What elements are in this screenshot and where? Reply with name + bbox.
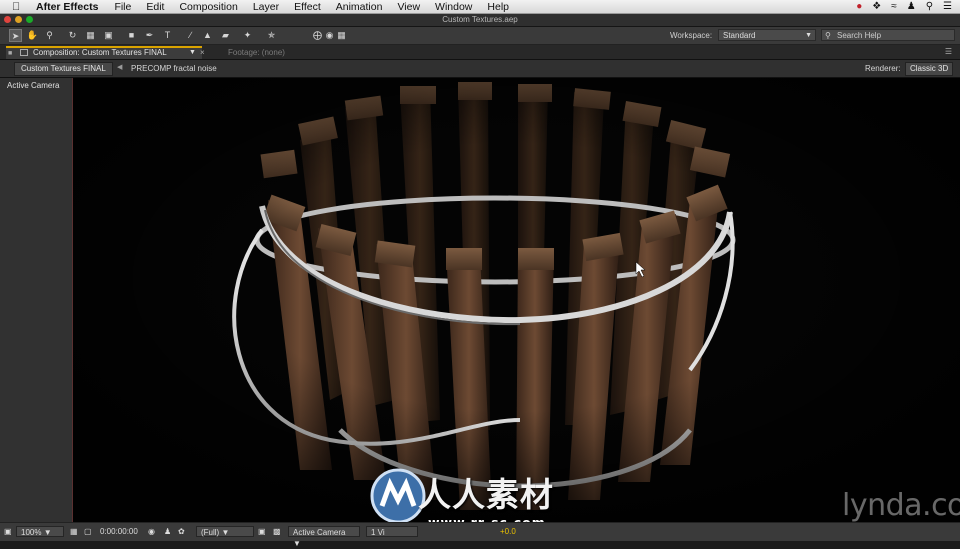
mask-visibility-icon[interactable]: ▢ [84, 526, 92, 537]
3d-view-value: Active Camera [293, 528, 346, 537]
resolution-value: (Full) [201, 528, 220, 537]
pan-behind-tool-icon[interactable]: ▣ [102, 29, 115, 42]
app-menu[interactable]: After Effects [36, 1, 98, 13]
brush-tool-icon[interactable]: ∕ [184, 29, 197, 42]
viewer-bottom-bar: ▣ 100% ▼ ▦ ▢ 0:00:00:00 ◉ ♟ ✿ (Full) ▼ ▣… [0, 522, 960, 548]
menu-help[interactable]: Help [487, 1, 509, 13]
wifi-icon[interactable]: ≈ [891, 1, 897, 12]
panel-menu-icon[interactable]: ☰ [945, 47, 952, 56]
channel-icon[interactable]: ✿ [178, 526, 185, 537]
eraser-tool-icon[interactable]: ▰ [219, 29, 232, 42]
search-icon: ⚲ [825, 31, 831, 40]
selection-tool-icon[interactable]: ➤ [9, 29, 22, 42]
menu-window[interactable]: Window [435, 1, 472, 13]
menu-edit[interactable]: Edit [146, 1, 164, 13]
view-label: Active Camera [7, 81, 60, 90]
viewer-pasteboard [0, 78, 73, 522]
camera-tool-icon[interactable]: ▦ [84, 29, 97, 42]
tab-composition-label: Composition: Custom Textures FINAL [33, 48, 167, 57]
region-of-interest-icon[interactable]: ▣ [258, 526, 266, 537]
view-layout-value: 1 Vi [371, 528, 385, 537]
viewer-tab-row: ■ Composition: Custom Textures FINAL ▼ ×… [0, 45, 960, 60]
exposure-value[interactable]: +0.0 [500, 526, 516, 537]
always-preview-icon[interactable]: ▣ [4, 526, 12, 537]
tab-composition[interactable]: ■ Composition: Custom Textures FINAL ▼ × [6, 46, 205, 59]
panel-icon [20, 49, 28, 56]
snapshot-icon[interactable]: ◉ [148, 526, 155, 537]
spotlight-search-icon[interactable]: ⚲ [926, 1, 933, 12]
grid-guides-icon[interactable]: ▦ [70, 526, 78, 537]
watermark-text: 人人素材 [418, 475, 554, 514]
clone-stamp-tool-icon[interactable]: ▲ [201, 29, 214, 42]
magnification-value: 100% [21, 528, 42, 537]
tab-footage[interactable]: Footage: (none) [228, 48, 285, 57]
view-axis-mode-icon[interactable]: ▦ [335, 29, 348, 42]
transparency-grid-icon[interactable]: ▩ [273, 526, 281, 537]
close-tab-icon[interactable]: × [200, 48, 205, 58]
window-title-bar: Custom Textures.aep [0, 14, 960, 27]
show-snapshot-icon[interactable]: ♟ [164, 526, 171, 537]
rotation-tool-icon[interactable]: ↻ [66, 29, 79, 42]
zoom-tool-icon[interactable]: ⚲ [43, 29, 56, 42]
chevron-left-icon: ◀ [117, 64, 123, 71]
rectangle-tool-icon[interactable]: ■ [125, 29, 138, 42]
window-title: Custom Textures.aep [442, 15, 518, 24]
record-icon[interactable]: ● [856, 1, 862, 12]
dropbox-icon[interactable]: ❖ [872, 1, 881, 12]
workspace-select[interactable]: Standard ▼ [718, 29, 816, 41]
user-icon[interactable]: ♟ [907, 1, 916, 12]
apple-icon[interactable]:  [12, 1, 26, 13]
roto-brush-tool-icon[interactable]: ✦ [241, 29, 254, 42]
mac-menu-bar:  After Effects File Edit Composition La… [0, 0, 960, 14]
timecode-display[interactable]: 0:00:00:00 [100, 526, 138, 537]
puppet-pin-tool-icon[interactable]: ✯ [265, 29, 278, 42]
renderer-button[interactable]: Classic 3D [905, 62, 954, 76]
composition-navigator: Custom Textures FINAL ◀ PRECOMP fractal … [0, 60, 960, 78]
search-help-placeholder: Search Help [837, 31, 882, 40]
composition-viewer[interactable] [73, 78, 960, 522]
tools-panel: ➤ ✋ ⚲ ↻ ▦ ▣ ■ ✒ T ∕ ▲ ▰ ✦ ✯ ⨁ ◉ ▦ Worksp… [0, 27, 960, 45]
notification-list-icon[interactable]: ☰ [943, 1, 952, 12]
3d-view-select[interactable]: Active Camera ▼ [288, 526, 360, 548]
chevron-down-icon: ▼ [805, 32, 812, 39]
menu-view[interactable]: View [397, 1, 420, 13]
type-tool-icon[interactable]: T [161, 29, 174, 42]
pen-tool-icon[interactable]: ✒ [143, 29, 156, 42]
lock-icon[interactable]: ■ [8, 49, 12, 59]
nav-current-composition[interactable]: Custom Textures FINAL [14, 62, 113, 76]
menu-animation[interactable]: Animation [336, 1, 383, 13]
magnification-select[interactable]: 100% ▼ [16, 526, 64, 537]
renderer-label: Renderer: [865, 64, 901, 73]
bucket-render-image [73, 78, 960, 522]
chevron-down-icon[interactable]: ▼ [189, 48, 196, 58]
menu-layer[interactable]: Layer [253, 1, 279, 13]
menu-effect[interactable]: Effect [294, 1, 321, 13]
workspace-value: Standard [723, 31, 756, 40]
nav-precomp[interactable]: PRECOMP fractal noise [131, 64, 217, 73]
workspace-label: Workspace: [670, 31, 713, 40]
hand-tool-icon[interactable]: ✋ [26, 29, 39, 42]
menu-composition[interactable]: Composition [179, 1, 237, 13]
view-layout-select[interactable]: 1 Vi [366, 526, 418, 537]
resolution-select[interactable]: (Full) ▼ [196, 526, 254, 537]
search-help-input[interactable]: ⚲ Search Help [821, 29, 955, 41]
lynda-brand-watermark: lynda.com [842, 488, 960, 523]
menu-file[interactable]: File [114, 1, 131, 13]
